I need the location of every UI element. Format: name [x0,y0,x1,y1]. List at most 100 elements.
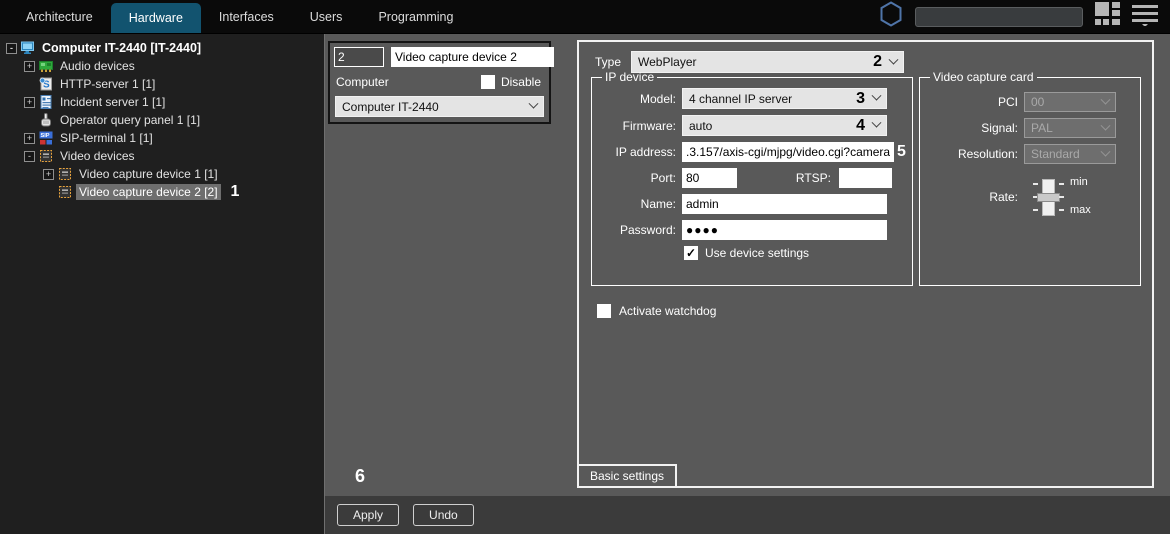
callout-3: 3 [856,90,865,108]
apply-button[interactable]: Apply [337,504,399,526]
device-name-field[interactable] [391,47,554,67]
search-input[interactable] [915,7,1083,27]
chevron-down-icon [872,91,882,101]
hamburger-menu-icon[interactable] [1132,2,1158,31]
chevron-down-icon [872,118,882,128]
layout-grid-icon[interactable] [1095,2,1120,31]
nav-architecture[interactable]: Architecture [8,0,111,33]
rate-label: Rate: [926,190,1018,204]
rate-slider-handle[interactable] [1037,193,1060,202]
ip-device-group: IP device Model: 4 channel IP server 3 F… [591,70,913,286]
nav-programming[interactable]: Programming [360,0,471,33]
port-label: Port: [598,171,676,185]
tree-item-incident-server[interactable]: + Incident server 1 [1] [0,93,324,111]
chip-icon [58,167,72,181]
chevron-down-icon [1101,146,1111,156]
activate-watchdog-checkbox[interactable] [597,304,611,318]
computer-select[interactable]: Computer IT-2440 [335,96,544,117]
password-label: Password: [598,223,676,237]
expand-icon[interactable]: + [43,169,54,180]
disable-checkbox[interactable] [481,75,495,89]
rate-min-label: min [1070,176,1088,188]
collapse-icon[interactable]: - [24,151,35,162]
device-settings-panel: Type WebPlayer 2 IP device Model: 4 chan… [577,40,1154,488]
tree-item-sip-terminal[interactable]: + SIP SIP-terminal 1 [1] [0,129,324,147]
rate-max-label: max [1070,204,1091,216]
incident-server-icon [39,95,53,109]
tree-item-label: Video devices [57,148,138,164]
login-name-field[interactable] [682,194,887,214]
undo-button[interactable]: Undo [413,504,474,526]
signal-select-value: PAL [1031,121,1102,135]
resolution-label: Resolution: [926,147,1018,161]
operator-panel-icon [39,113,53,127]
tree-item-video-capture-device-2[interactable]: Video capture device 2 [2] 1 [0,183,324,201]
expand-icon[interactable]: + [24,61,35,72]
device-identity-box: Computer Disable Computer IT-2440 [328,41,551,124]
chip-icon [39,149,53,163]
expand-icon[interactable]: + [24,133,35,144]
chevron-down-icon [529,99,539,109]
tree-item-operator-query-panel[interactable]: Operator query panel 1 [1] [0,111,324,129]
nav-users[interactable]: Users [292,0,361,33]
type-label: Type [595,55,621,69]
callout-1: 1 [231,183,240,201]
device-id-field[interactable] [334,47,384,67]
http-server-icon: S [39,77,53,91]
firmware-label: Firmware: [598,119,676,133]
computer-icon [21,41,35,55]
nav-hardware[interactable]: Hardware [111,3,201,33]
chevron-down-icon [1101,120,1111,130]
hardware-tree-panel: - Computer IT-2440 [IT-2440] + Audio dev… [0,34,325,534]
ip-address-field[interactable] [682,142,894,162]
pci-select-value: 00 [1031,95,1102,109]
tab-basic-settings[interactable]: Basic settings [577,464,677,488]
name-label: Name: [598,197,676,211]
computer-label: Computer [336,75,389,89]
top-navigation-bar: Architecture Hardware Interfaces Users P… [0,0,1170,34]
tree-item-label: SIP-terminal 1 [1] [57,130,156,146]
collapse-icon[interactable]: - [6,43,17,54]
activate-watchdog-label: Activate watchdog [619,304,716,318]
computer-select-value: Computer IT-2440 [342,100,530,114]
password-field[interactable] [682,220,887,240]
sip-terminal-icon: SIP [39,131,53,145]
resolution-select: Standard [1024,144,1116,164]
tree-item-computer[interactable]: - Computer IT-2440 [IT-2440] [0,39,324,57]
video-capture-card-group: Video capture card PCI 00 Signal: PAL [919,70,1141,286]
chip-icon [58,185,72,199]
firmware-select-value: auto [689,119,856,133]
audio-card-icon [39,59,53,73]
callout-2: 2 [873,53,882,71]
tree-item-label: Video capture device 1 [1] [76,166,221,182]
type-select-value: WebPlayer [638,55,873,69]
tree-item-label: Computer IT-2440 [IT-2440] [39,40,204,56]
resolution-select-value: Standard [1031,147,1102,161]
signal-select: PAL [1024,118,1116,138]
port-field[interactable] [682,168,737,188]
tree-item-http-server[interactable]: S HTTP-server 1 [1] [0,75,324,93]
model-select[interactable]: 4 channel IP server 3 [682,88,887,109]
signal-label: Signal: [926,121,1018,135]
rate-slider[interactable]: min max [1024,176,1134,220]
tree-item-audio-devices[interactable]: + Audio devices [0,57,324,75]
chevron-down-icon [889,54,899,64]
ip-address-label: IP address: [598,145,676,159]
nav-interfaces[interactable]: Interfaces [201,0,292,33]
disable-label: Disable [501,75,541,89]
use-device-settings-checkbox[interactable] [684,246,698,260]
tree-item-label: HTTP-server 1 [1] [57,76,158,92]
hexagon-logo-icon [879,1,903,32]
tree-item-video-capture-device-1[interactable]: + Video capture device 1 [1] [0,165,324,183]
rtsp-field[interactable] [839,168,892,188]
firmware-select[interactable]: auto 4 [682,115,887,136]
pci-select: 00 [1024,92,1116,112]
svg-text:SIP: SIP [41,133,50,139]
rtsp-label: RTSP: [753,171,831,185]
settings-workspace: Computer Disable Computer IT-2440 6 [325,34,1170,496]
model-label: Model: [598,92,676,106]
tree-item-video-devices[interactable]: - Video devices [0,147,324,165]
model-select-value: 4 channel IP server [689,92,856,106]
expand-icon[interactable]: + [24,97,35,108]
callout-4: 4 [856,117,865,135]
